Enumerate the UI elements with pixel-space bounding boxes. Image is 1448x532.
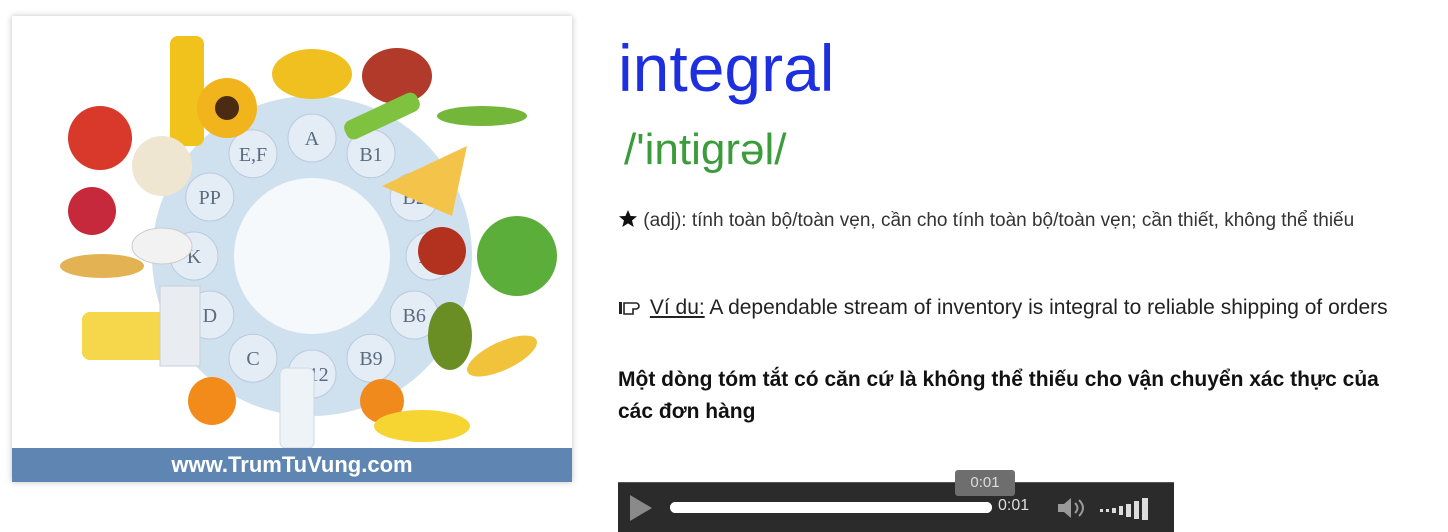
apple-icon <box>418 227 466 275</box>
avocado-icon <box>428 302 472 370</box>
green-bean-icon <box>437 106 527 126</box>
vitamin-label: B9 <box>359 348 382 370</box>
vitamin-illustration: AB1B2B5B6B9B12CDKPPE,F <box>60 36 557 448</box>
vitamin-label: A <box>305 128 320 150</box>
banana-icon <box>374 410 470 442</box>
vitamin-image-card: AB1B2B5B6B9B12CDKPPE,F www.TrumTuVung.co… <box>12 16 572 482</box>
wheat-icon <box>60 254 144 278</box>
tomato-icon <box>68 106 132 170</box>
definition: (adj): tính toàn bộ/toàn vẹn, cần cho tí… <box>618 206 1408 236</box>
progress-track[interactable] <box>670 502 992 513</box>
headword: integral <box>618 31 835 105</box>
phonetic-transcription: /'intigrəl/ <box>624 125 787 174</box>
example-label: Ví du: <box>649 296 705 319</box>
vitamin-wheel-center <box>234 178 390 334</box>
radish-icon <box>68 187 116 235</box>
hand-pointing-icon <box>619 302 640 315</box>
vitamin-label: C <box>246 348 259 370</box>
site-url-banner: www.TrumTuVung.com <box>12 448 572 482</box>
milk-bottle-icon <box>279 367 315 448</box>
orange-slice-icon <box>188 377 236 425</box>
current-time: 0:01 <box>998 497 1030 514</box>
corn-icon <box>467 335 537 377</box>
definition-text: (adj): tính toàn bộ/toàn vẹn, cần cho tí… <box>643 210 1355 231</box>
vitamin-label: B1 <box>359 144 382 166</box>
play-icon[interactable] <box>630 495 652 521</box>
volume-icon[interactable] <box>1056 495 1090 521</box>
coffee-cup-icon <box>131 227 193 265</box>
mushroom-icon <box>132 136 192 196</box>
example-sentence: Ví du: A dependable stream of inventory … <box>618 292 1433 324</box>
ham-icon <box>362 48 432 104</box>
pepper-icon <box>272 49 352 99</box>
vitamin-label: E,F <box>239 144 267 166</box>
star-icon <box>619 210 637 227</box>
progress-fill <box>670 502 992 513</box>
vitamin-label: B6 <box>403 305 426 327</box>
example-text: A dependable stream of inventory is inte… <box>704 296 1388 319</box>
audio-player: 0:01 <box>618 482 1174 532</box>
volume-level-icon[interactable] <box>1100 495 1164 521</box>
oil-bottle-icon <box>170 36 204 146</box>
broccoli-icon <box>477 216 557 296</box>
vitamin-label: PP <box>199 187 221 209</box>
vitamin-label: D <box>203 305 217 327</box>
milk-carton-icon <box>159 285 201 367</box>
time-tooltip: 0:01 <box>955 470 1015 496</box>
example-translation: Một dòng tóm tắt có căn cứ là không thể … <box>618 368 1379 423</box>
